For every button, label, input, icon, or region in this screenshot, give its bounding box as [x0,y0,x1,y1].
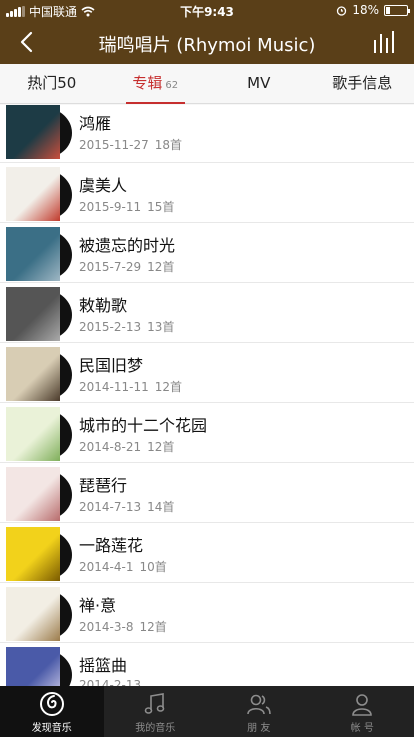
album-art [6,227,60,281]
album-date: 2014-11-11 [79,380,149,394]
album-track-count: 13首 [147,320,175,334]
alarm-icon [337,5,347,16]
tabbar-discover[interactable]: 发现音乐 [0,686,104,737]
album-name: 民国旧梦 [79,356,144,375]
nav-bar: 瑞鸣唱片 (Rhymoi Music) [0,20,414,64]
page-title: 瑞鸣唱片 (Rhymoi Music) [98,35,316,56]
album-row[interactable]: 一路莲花 2014-4-1 10首 [0,523,414,583]
album-cover [6,527,72,581]
album-name: 一路莲花 [79,536,144,555]
album-date: 2014-2-13 [79,678,142,686]
album-meta: 2014-7-13 14首 [79,498,174,515]
album-row[interactable]: 鸿雁 2015-11-27 18首 [0,105,414,163]
album-meta: 2014-3-8 12首 [79,618,167,635]
album-track-count: 12首 [154,380,183,394]
header: 中国联通 下午9:43 18% 瑞鸣唱片 (Rhymoi Music) [0,0,414,64]
album-date: 2015-9-11 [79,200,142,214]
album-row[interactable]: 民国旧梦 2014-11-11 12首 [0,343,414,403]
back-icon[interactable] [16,30,38,54]
album-art [6,647,60,686]
album-name: 城市的十二个花园 [79,416,208,435]
album-row[interactable]: 被遗忘的时光 2015-7-29 12首 [0,223,414,283]
album-date: 2014-8-21 [79,440,142,454]
netease-logo-icon [39,692,64,716]
album-row[interactable]: 禅·意 2014-3-8 12首 [0,583,414,643]
album-name: 摇篮曲 [79,656,128,675]
battery-icon [384,4,410,16]
album-row[interactable]: 摇篮曲 2014-2-13 [0,643,414,686]
album-cover [6,647,72,686]
album-cover [6,227,72,281]
album-cover [6,467,72,521]
tab-indicator [125,102,185,104]
album-cover [6,287,72,341]
status-bar: 中国联通 下午9:43 18% [0,0,414,20]
album-track-count: 15首 [147,200,175,214]
album-art [6,167,60,221]
album-name: 禅·意 [79,596,117,615]
album-date: 2015-7-29 [79,260,142,274]
album-date: 2014-7-13 [79,500,142,514]
album-cover [6,347,72,401]
album-cover [6,105,72,159]
album-track-count: 12首 [147,260,175,274]
album-track-count: 10首 [139,560,167,574]
album-name: 被遗忘的时光 [79,236,176,255]
album-meta: 2014-4-1 10首 [79,558,167,575]
tab-artist-info[interactable]: 歌手信息 [311,64,414,103]
album-meta: 2015-11-27 18首 [79,136,182,153]
album-track-count: 12首 [147,440,175,454]
album-name: 鸿雁 [79,114,112,133]
album-cover [6,407,72,461]
album-name: 虞美人 [79,176,128,195]
album-art [6,587,60,641]
album-art [6,287,60,341]
album-count: 62 [165,80,179,91]
bottom-tab-bar: 发现音乐 我的音乐 朋 友 帐 号 [0,686,414,737]
album-track-count: 18首 [154,138,183,152]
album-row[interactable]: 琵琶行 2014-7-13 14首 [0,463,414,523]
album-meta: 2014-11-11 12首 [79,378,182,395]
album-date: 2015-11-27 [79,138,149,152]
tabbar-account[interactable]: 帐 号 [311,686,414,737]
album-list: 鸿雁 2015-11-27 18首虞美人 2015-9-11 15首被遗忘的时光 2015… [0,105,414,686]
album-name: 敕勒歌 [79,296,128,315]
album-meta: 2015-2-13 13首 [79,318,174,335]
album-art [6,347,60,401]
battery-percent: 18% [352,3,379,17]
album-cover [6,587,72,641]
album-art [6,105,60,159]
album-art [6,467,60,521]
album-art [6,527,60,581]
album-cover [6,167,72,221]
album-date: 2014-4-1 [79,560,134,574]
album-track-count: 12首 [139,620,167,634]
album-meta: 2014-2-13 [79,678,147,686]
album-meta: 2014-8-21 12首 [79,438,174,455]
album-meta: 2015-9-11 15首 [79,198,174,215]
album-date: 2015-2-13 [79,320,142,334]
tab-bar: 热门50 专辑 62 MV 歌手信息 [0,64,414,104]
album-art [6,407,60,461]
album-date: 2014-3-8 [79,620,134,634]
tabbar-friends[interactable]: 朋 友 [207,686,311,737]
now-playing-icon[interactable] [372,30,398,54]
album-row[interactable]: 城市的十二个花园 2014-8-21 12首 [0,403,414,463]
friends-icon [246,694,271,715]
album-name: 琵琶行 [79,476,128,495]
tab-mv[interactable]: MV [207,64,311,103]
album-meta: 2015-7-29 12首 [79,258,174,275]
album-row[interactable]: 敕勒歌 2015-2-13 13首 [0,283,414,343]
account-icon [352,694,373,716]
album-track-count: 14首 [147,500,175,514]
tab-albums[interactable]: 专辑 62 [104,64,208,104]
album-row[interactable]: 虞美人 2015-9-11 15首 [0,163,414,223]
tab-top50[interactable]: 热门50 [0,64,104,103]
tabbar-my-music[interactable]: 我的音乐 [104,686,208,737]
music-note-icon [144,693,165,714]
